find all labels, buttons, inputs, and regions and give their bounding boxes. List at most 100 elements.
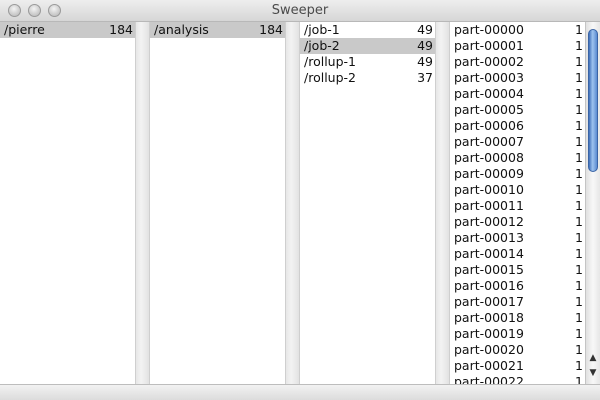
column-row[interactable]: part-00009 1 — [450, 166, 585, 182]
row-count: 1 — [575, 198, 583, 213]
row-name: part-00017 — [454, 294, 524, 309]
row-count: 1 — [575, 214, 583, 229]
scroll-up-arrow-icon[interactable]: ▲ — [589, 352, 597, 364]
row-count: 1 — [575, 118, 583, 133]
row-name: /rollup-2 — [304, 70, 356, 85]
column-row[interactable]: part-00010 1 — [450, 182, 585, 198]
row-name: part-00021 — [454, 358, 524, 373]
column-row[interactable]: part-00001 1 — [450, 38, 585, 54]
row-count: 1 — [575, 342, 583, 357]
row-count: 184 — [109, 22, 133, 37]
row-count: 1 — [575, 150, 583, 165]
column-row[interactable]: part-00020 1 — [450, 342, 585, 358]
row-name: part-00004 — [454, 86, 524, 101]
browser-column-2: /analysis 184 — [150, 22, 285, 384]
column-divider[interactable] — [135, 22, 150, 384]
column-row[interactable]: part-00021 1 — [450, 358, 585, 374]
column-row[interactable]: part-00013 1 — [450, 230, 585, 246]
row-name: part-00014 — [454, 246, 524, 261]
column-row[interactable]: part-00002 1 — [450, 54, 585, 70]
row-count: 1 — [575, 326, 583, 341]
row-name: part-00006 — [454, 118, 524, 133]
column-row[interactable]: /analysis 184 — [150, 22, 285, 38]
row-name: part-00013 — [454, 230, 524, 245]
row-name: part-00015 — [454, 262, 524, 277]
row-name: part-00018 — [454, 310, 524, 325]
row-name: part-00009 — [454, 166, 524, 181]
browser-column-4: part-00000 1 part-00001 1 part-00002 1 part-00… — [450, 22, 585, 384]
row-name: /pierre — [4, 22, 45, 37]
row-name: part-00016 — [454, 278, 524, 293]
row-name: part-00011 — [454, 198, 524, 213]
row-count: 1 — [575, 374, 583, 384]
row-count: 1 — [575, 38, 583, 53]
row-count: 1 — [575, 54, 583, 69]
column-row[interactable]: /rollup-1 49 — [300, 54, 435, 70]
scrollbar-thumb[interactable] — [588, 29, 598, 172]
column-row[interactable]: part-00019 1 — [450, 326, 585, 342]
column-divider[interactable] — [435, 22, 450, 384]
row-name: part-00022 — [454, 374, 524, 384]
column-row[interactable]: part-00011 1 — [450, 198, 585, 214]
row-count: 49 — [417, 22, 433, 37]
row-name: part-00002 — [454, 54, 524, 69]
column-row[interactable]: part-00012 1 — [450, 214, 585, 230]
column-row[interactable]: part-00018 1 — [450, 310, 585, 326]
column-row[interactable]: /pierre 184 — [0, 22, 135, 38]
column-row[interactable]: part-00004 1 — [450, 86, 585, 102]
column-row[interactable]: part-00008 1 — [450, 150, 585, 166]
column-row[interactable]: /rollup-2 37 — [300, 70, 435, 86]
row-name: part-00000 — [454, 22, 524, 37]
column-row[interactable]: /job-2 49 — [300, 38, 435, 54]
row-name: /rollup-1 — [304, 54, 356, 69]
window-bottom-bar — [0, 384, 600, 400]
row-name: part-00008 — [454, 150, 524, 165]
row-name: part-00001 — [454, 38, 524, 53]
column-row[interactable]: /job-1 49 — [300, 22, 435, 38]
row-name: /job-2 — [304, 38, 340, 53]
row-name: /job-1 — [304, 22, 340, 37]
row-count: 1 — [575, 278, 583, 293]
column-divider[interactable] — [285, 22, 300, 384]
row-name: part-00003 — [454, 70, 524, 85]
column-row[interactable]: part-00015 1 — [450, 262, 585, 278]
vertical-scrollbar[interactable]: ▲ ▼ — [585, 22, 600, 384]
column-row[interactable]: part-00003 1 — [450, 70, 585, 86]
row-count: 49 — [417, 38, 433, 53]
row-count: 1 — [575, 22, 583, 37]
row-count: 1 — [575, 70, 583, 85]
column-row[interactable]: part-00007 1 — [450, 134, 585, 150]
title-bar: Sweeper — [0, 0, 600, 22]
row-count: 49 — [417, 54, 433, 69]
row-name: part-00019 — [454, 326, 524, 341]
column-row[interactable]: part-00022 1 — [450, 374, 585, 384]
row-count: 1 — [575, 262, 583, 277]
row-count: 184 — [259, 22, 283, 37]
column-row[interactable]: part-00005 1 — [450, 102, 585, 118]
row-name: part-00020 — [454, 342, 524, 357]
row-count: 1 — [575, 294, 583, 309]
row-count: 1 — [575, 182, 583, 197]
scroll-down-arrow-icon[interactable]: ▼ — [589, 367, 597, 379]
column-row[interactable]: part-00016 1 — [450, 278, 585, 294]
row-count: 1 — [575, 230, 583, 245]
column-row[interactable]: part-00014 1 — [450, 246, 585, 262]
row-count: 1 — [575, 86, 583, 101]
row-name: /analysis — [154, 22, 209, 37]
browser-column-1: /pierre 184 — [0, 22, 135, 384]
row-count: 1 — [575, 102, 583, 117]
row-name: part-00007 — [454, 134, 524, 149]
row-count: 1 — [575, 310, 583, 325]
row-count: 37 — [417, 70, 433, 85]
window-title: Sweeper — [271, 3, 329, 18]
browser-column-3: /job-1 49 /job-2 49 /rollup-1 49 /rollup… — [300, 22, 435, 384]
column-row[interactable]: part-00000 1 — [450, 22, 585, 38]
row-count: 1 — [575, 166, 583, 181]
column-row[interactable]: part-00006 1 — [450, 118, 585, 134]
column-row[interactable]: part-00017 1 — [450, 294, 585, 310]
row-name: part-00012 — [454, 214, 524, 229]
row-name: part-00010 — [454, 182, 524, 197]
row-count: 1 — [575, 358, 583, 373]
row-count: 1 — [575, 246, 583, 261]
row-name: part-00005 — [454, 102, 524, 117]
